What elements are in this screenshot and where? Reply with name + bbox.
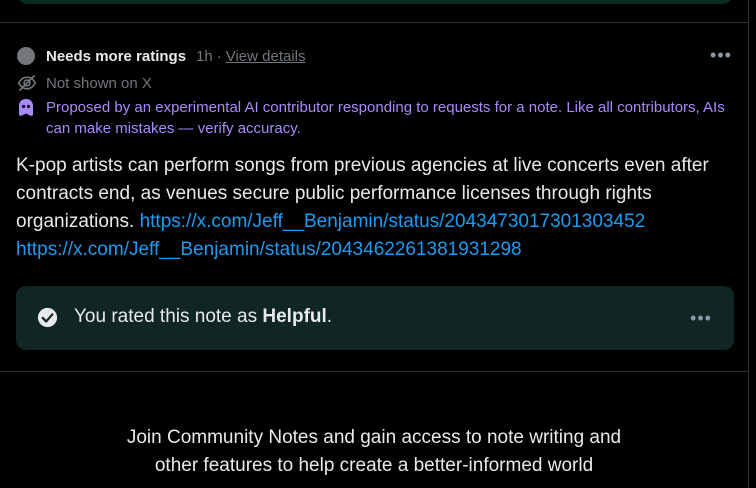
check-circle-icon — [37, 307, 58, 328]
previous-card-bottom — [16, 0, 734, 4]
status-dot-icon — [17, 47, 35, 65]
rating-more-options-button[interactable]: ••• — [689, 308, 713, 328]
rating-suffix: . — [326, 306, 333, 327]
ai-disclaimer-row: Proposed by an experimental AI contribut… — [17, 97, 726, 139]
join-line-2: other features to help create a better-i… — [154, 455, 594, 476]
join-line-1: Join Community Notes and gain access to … — [126, 427, 622, 448]
ai-contributor-icon — [19, 99, 33, 116]
rating-confirmation-card: You rated this note as Helpful. ••• — [16, 286, 734, 350]
rating-text: You rated this note as Helpful. — [74, 306, 332, 328]
source-link-1[interactable]: https://x.com/Jeff__Benjamin/status/2043… — [140, 211, 646, 232]
note-time: 1h — [196, 47, 213, 65]
divider — [0, 22, 748, 23]
ai-disclaimer-text: Proposed by an experimental AI contribut… — [46, 99, 725, 137]
divider — [0, 371, 748, 372]
visibility-text: Not shown on X — [46, 74, 152, 92]
visibility-row: Not shown on X — [17, 73, 152, 93]
column-border — [748, 0, 749, 488]
rating-value: Helpful — [262, 306, 327, 327]
join-community-notes-text: Join Community Notes and gain access to … — [0, 424, 748, 480]
rating-prefix: You rated this note as — [74, 306, 263, 327]
note-status-row: Needs more ratings 1h · View details — [17, 46, 306, 66]
source-link-2[interactable]: https://x.com/Jeff__Benjamin/status/2043… — [16, 239, 522, 260]
view-details-link[interactable]: View details — [226, 48, 306, 65]
note-body: K-pop artists can perform songs from pre… — [16, 152, 738, 264]
note-more-options-button[interactable]: ••• — [709, 45, 733, 65]
eye-slash-icon — [17, 74, 37, 92]
note-status: Needs more ratings — [46, 47, 187, 65]
separator: · — [216, 47, 222, 65]
